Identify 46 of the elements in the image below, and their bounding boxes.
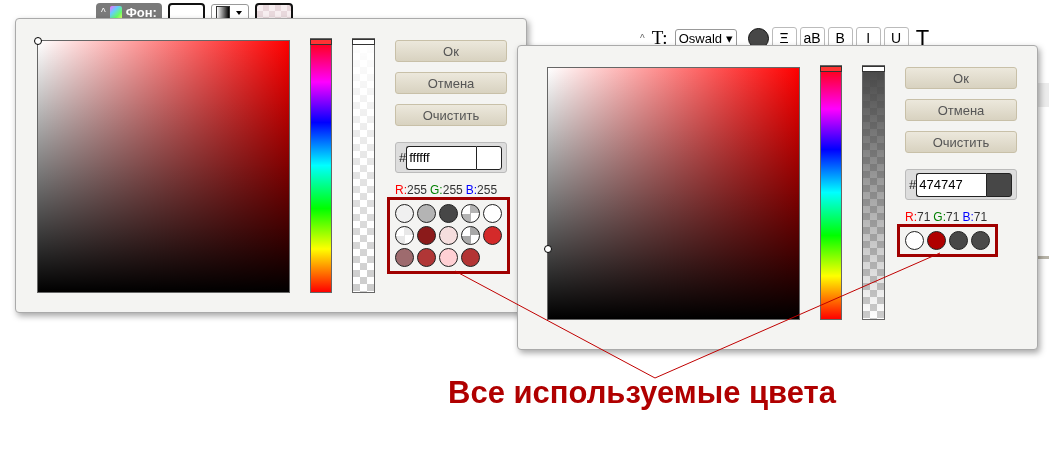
color-swatch[interactable] bbox=[395, 226, 414, 245]
saturation-value-square[interactable] bbox=[37, 40, 290, 293]
color-swatch[interactable] bbox=[461, 248, 480, 267]
color-swatch[interactable] bbox=[971, 231, 990, 250]
dialog-button[interactable]: Отмена bbox=[905, 99, 1017, 121]
opacity-slider[interactable] bbox=[862, 65, 885, 320]
dialog-button[interactable]: Ок bbox=[905, 67, 1017, 89]
dialog-button[interactable]: Очистить bbox=[395, 104, 507, 126]
hex-field[interactable]: # 474747 bbox=[905, 169, 1017, 200]
color-swatch[interactable] bbox=[483, 226, 502, 245]
picker-cursor[interactable] bbox=[34, 37, 42, 45]
picker-cursor[interactable] bbox=[544, 245, 552, 254]
collapse-icon[interactable]: ^ bbox=[640, 32, 645, 44]
color-swatch[interactable] bbox=[927, 231, 946, 250]
color-swatch[interactable] bbox=[949, 231, 968, 250]
color-swatch[interactable] bbox=[417, 204, 436, 223]
rgb-value: R:71 bbox=[905, 210, 931, 224]
rgb-value: G:255 bbox=[430, 183, 463, 197]
rgb-value: G:71 bbox=[933, 210, 960, 224]
rgb-value: B:71 bbox=[962, 210, 988, 224]
rgb-value: B:255 bbox=[465, 183, 498, 197]
hue-slider[interactable] bbox=[310, 38, 332, 293]
dialog-button[interactable]: Очистить bbox=[905, 131, 1017, 153]
collapse-icon[interactable]: ^ bbox=[101, 7, 106, 18]
color-swatch[interactable] bbox=[417, 226, 436, 245]
color-swatch[interactable] bbox=[395, 248, 414, 267]
color-swatch[interactable] bbox=[461, 204, 480, 223]
palette-icon bbox=[109, 5, 122, 20]
color-swatch[interactable] bbox=[417, 248, 436, 267]
dialog-button[interactable]: Ок bbox=[395, 40, 507, 62]
color-swatch[interactable] bbox=[439, 226, 458, 245]
annotation-caption: Все используемые цвета bbox=[448, 375, 836, 411]
dialog-button[interactable]: Отмена bbox=[395, 72, 507, 94]
color-swatch[interactable] bbox=[439, 204, 458, 223]
rgb-value: R:255 bbox=[395, 183, 428, 197]
hue-slider[interactable] bbox=[820, 65, 842, 320]
color-swatch[interactable] bbox=[461, 226, 480, 245]
color-swatch[interactable] bbox=[905, 231, 924, 250]
color-swatch[interactable] bbox=[439, 248, 458, 267]
background-label: Фон: bbox=[125, 5, 157, 20]
hex-field[interactable]: # ffffff bbox=[395, 142, 507, 173]
text-label: T: bbox=[651, 27, 668, 49]
color-swatch[interactable] bbox=[395, 204, 414, 223]
opacity-slider[interactable] bbox=[352, 38, 375, 293]
color-swatch[interactable] bbox=[483, 204, 502, 223]
saturation-value-square[interactable] bbox=[547, 67, 800, 320]
